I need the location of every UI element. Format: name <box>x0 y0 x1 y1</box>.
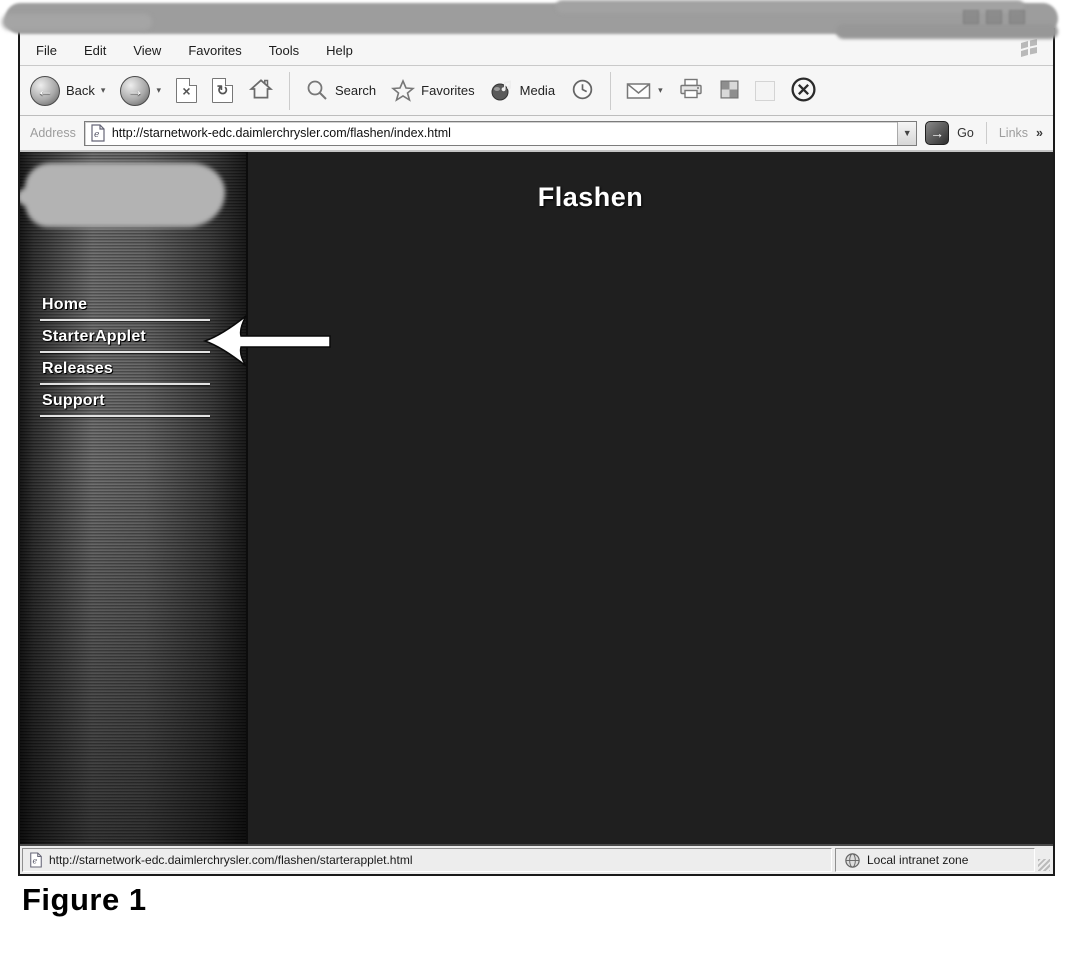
nav-item-starterapplet: StarterApplet <box>40 327 210 353</box>
mail-button[interactable]: ▾ <box>626 81 663 101</box>
page-nav: Home StarterApplet Releases Support <box>40 295 210 423</box>
nav-link-home[interactable]: Home <box>40 295 210 316</box>
media-label: Media <box>520 83 555 98</box>
nav-divider <box>40 351 210 353</box>
search-label: Search <box>335 83 376 98</box>
status-zone-panel: Local intranet zone <box>835 848 1035 872</box>
figure-canvas: File Edit View Favorites Tools Help ← Ba… <box>0 0 1075 967</box>
edit-button[interactable] <box>719 79 740 103</box>
faded-toolbar-icon[interactable] <box>755 81 775 101</box>
status-url: http://starnetwork-edc.daimlerchrysler.c… <box>49 853 412 867</box>
forward-dropdown-icon: ▾ <box>156 85 161 96</box>
menu-favorites[interactable]: Favorites <box>188 43 241 58</box>
back-button[interactable]: ← Back ▾ <box>30 76 105 106</box>
address-separator <box>986 122 987 144</box>
go-label[interactable]: Go <box>957 126 974 140</box>
back-label: Back <box>66 83 95 98</box>
forward-button[interactable]: → ▾ <box>120 76 161 106</box>
nav-divider <box>40 415 210 417</box>
media-button[interactable]: Media <box>490 79 555 103</box>
windows-flag-icon <box>1019 38 1039 61</box>
favorites-button[interactable]: Favorites <box>391 79 474 103</box>
resize-grip[interactable] <box>1038 859 1050 871</box>
nav-link-support[interactable]: Support <box>40 391 210 412</box>
circle-x-icon <box>790 76 817 103</box>
address-dropdown-button[interactable]: ▼ <box>897 122 916 145</box>
annotation-arrow <box>200 309 334 376</box>
menu-file[interactable]: File <box>36 43 57 58</box>
toolbar: ← Back ▾ → ▾ × ↻ Se <box>20 66 1053 116</box>
status-bar: e http://starnetwork-edc.daimlerchrysler… <box>20 844 1053 874</box>
toolbar-separator <box>610 72 611 110</box>
redacted-titlebar-smudge <box>2 14 152 30</box>
circle-x-button[interactable] <box>790 76 817 106</box>
refresh-button[interactable]: ↻ <box>212 78 233 103</box>
faded-window-controls <box>963 10 1025 24</box>
menu-edit[interactable]: Edit <box>84 43 106 58</box>
menu-tools[interactable]: Tools <box>269 43 299 58</box>
back-icon: ← <box>30 76 60 106</box>
address-bar: Address e http://starnetwork-edc.daimler… <box>20 116 1053 150</box>
refresh-icon: ↻ <box>217 82 229 99</box>
nav-link-releases[interactable]: Releases <box>40 359 210 380</box>
go-button[interactable]: → <box>925 121 949 145</box>
status-zone: Local intranet zone <box>867 853 968 867</box>
favorites-label: Favorites <box>421 83 474 98</box>
favorites-star-icon <box>391 79 415 103</box>
history-clock-icon <box>570 77 595 102</box>
forward-icon: → <box>120 76 150 106</box>
nav-item-home: Home <box>40 295 210 321</box>
nav-item-support: Support <box>40 391 210 417</box>
search-button[interactable]: Search <box>305 79 376 103</box>
mail-icon <box>626 81 652 101</box>
home-button[interactable] <box>248 76 274 105</box>
browser-window: File Edit View Favorites Tools Help ← Ba… <box>18 28 1055 876</box>
page-icon: e <box>90 124 106 142</box>
nav-divider <box>40 319 210 321</box>
menu-view[interactable]: View <box>133 43 161 58</box>
stop-icon: × <box>182 83 190 99</box>
media-icon <box>490 79 514 103</box>
redacted-logo <box>25 163 225 227</box>
print-button[interactable] <box>678 77 704 104</box>
redacted-titlebar-smudge <box>556 0 1024 13</box>
redacted-titlebar-smudge <box>836 24 1058 39</box>
page-title: Flashen <box>248 182 933 213</box>
mail-dropdown-icon: ▾ <box>658 85 663 96</box>
address-url: http://starnetwork-edc.daimlerchrysler.c… <box>112 126 891 140</box>
menu-help[interactable]: Help <box>326 43 353 58</box>
svg-text:e: e <box>33 857 38 866</box>
nav-item-releases: Releases <box>40 359 210 385</box>
page-main: Flashen <box>248 152 1053 844</box>
address-label: Address <box>30 126 76 140</box>
toolbar-separator <box>289 72 290 110</box>
search-icon <box>305 79 329 103</box>
page-icon: e <box>29 852 43 868</box>
page-sidebar: Home StarterApplet Releases Support <box>20 152 248 844</box>
print-icon <box>678 77 704 101</box>
page-viewport: Home StarterApplet Releases Support <box>20 150 1053 844</box>
address-input[interactable]: e http://starnetwork-edc.daimlerchrysler… <box>84 121 917 146</box>
home-icon <box>248 76 274 102</box>
links-chevron[interactable]: » <box>1036 126 1043 140</box>
status-url-panel: e http://starnetwork-edc.daimlerchrysler… <box>22 848 832 872</box>
links-label[interactable]: Links <box>999 126 1028 140</box>
stop-button[interactable]: × <box>176 78 197 103</box>
svg-text:e: e <box>94 130 99 140</box>
back-dropdown-icon: ▾ <box>101 85 106 96</box>
nav-link-starterapplet[interactable]: StarterApplet <box>40 327 210 348</box>
nav-divider <box>40 383 210 385</box>
checker-icon <box>719 79 740 100</box>
figure-caption: Figure 1 <box>22 882 147 918</box>
intranet-globe-icon <box>844 852 861 869</box>
history-button[interactable] <box>570 77 595 105</box>
